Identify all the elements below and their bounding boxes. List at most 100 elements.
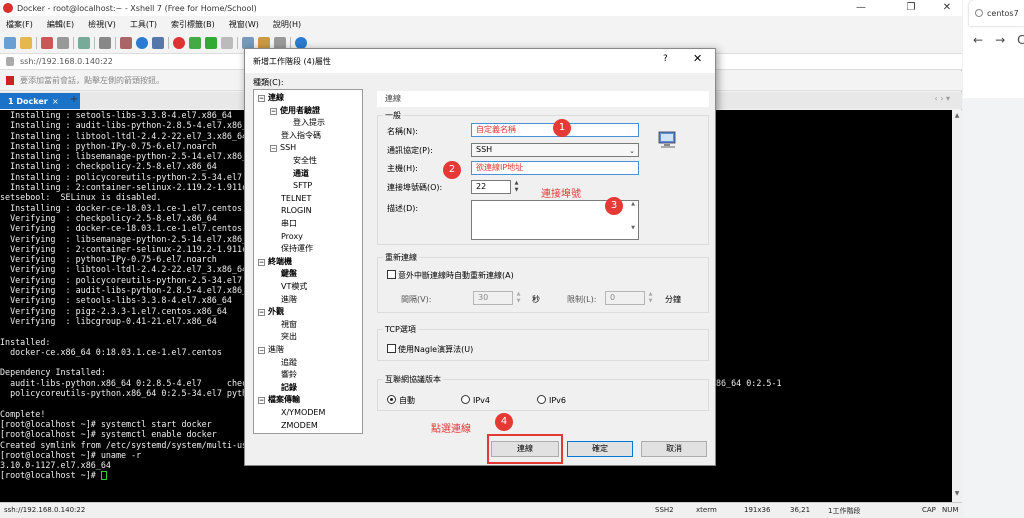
auto-reconnect-checkbox[interactable]: 意外中斷連線時自動重新連線(A) [387,270,514,281]
nagle-checkbox[interactable]: 使用Nagle演算法(U) [387,344,473,355]
menu-edit[interactable]: 編輯(E) [47,19,74,30]
layout-icon[interactable] [274,36,286,49]
limit-field[interactable]: 0 [605,291,645,305]
radio-selected-icon[interactable] [387,395,396,404]
collapse-icon[interactable]: − [270,107,277,115]
tree-item[interactable]: 安全性 [282,155,317,166]
collapse-icon[interactable]: − [258,95,265,102]
lock-icon[interactable] [221,36,233,49]
dialog-close-button[interactable]: ✕ [693,52,702,65]
tree-item[interactable]: 突出 [270,331,297,342]
tree-item[interactable]: 視窗 [270,319,297,330]
tree-item[interactable]: SFTP [282,180,312,191]
collapse-icon[interactable]: − [258,347,265,354]
tree-item[interactable]: 記錄 [270,382,297,393]
tree-item[interactable]: 通道 [282,168,309,179]
tree-item[interactable]: − 使用者驗證 [270,105,320,116]
connect-icon[interactable] [41,36,53,49]
port-field[interactable]: 22 [471,180,511,194]
menu-window[interactable]: 視窗(W) [229,19,259,30]
tree-item[interactable]: 響鈴 [270,369,297,380]
textarea-scrollbar[interactable]: ▲ ▼ [629,201,637,239]
collapse-icon[interactable]: − [270,145,277,153]
tab-close-icon[interactable]: × [52,97,59,106]
connect-button[interactable]: 連線 [491,441,559,457]
fullscreen-icon[interactable] [205,36,217,49]
tree-item[interactable]: 進階 [270,294,297,305]
menu-tabs[interactable]: 索引標籤(B) [171,19,215,30]
tree-item[interactable]: − 外觀 [258,306,284,317]
disconnect-icon[interactable] [57,36,69,49]
tree-item[interactable]: − 連線 [258,92,284,103]
tree-item[interactable]: 保持運作 [270,243,313,254]
tree-item[interactable]: − 終端機 [258,256,292,267]
back-icon[interactable]: ← [973,33,983,47]
tree-item-label: 連線 [268,93,284,102]
menu-file[interactable]: 檔案(F) [6,19,33,30]
tree-item[interactable]: − SSH [270,142,296,153]
host-field[interactable]: 欲連線IP地址 [471,161,639,175]
collapse-icon[interactable]: − [258,309,265,317]
scroll-up-icon[interactable]: ▲ [952,112,962,122]
tree-item[interactable]: TELNET [270,193,311,204]
xftp-icon[interactable] [173,36,185,49]
tree-item[interactable]: 串口 [270,218,297,229]
tree-item[interactable]: Proxy [270,231,303,242]
ipv4-radio[interactable]: IPv4 [461,395,490,405]
tree-item[interactable]: RLOGIN [270,205,312,216]
reload-icon[interactable]: C [1017,33,1024,47]
ok-button[interactable]: 確定 [567,441,633,457]
properties-icon[interactable] [78,36,90,49]
interval-spinner[interactable]: ▲ ▼ [514,291,523,305]
ip-auto-radio[interactable]: 自動 [387,395,415,406]
tree-item[interactable]: X/YMODEM [270,407,325,418]
ipv6-radio[interactable]: IPv6 [537,395,566,405]
close-window-button[interactable]: ✕ [932,0,962,16]
cancel-button[interactable]: 取消 [641,441,707,457]
bookmark-icon[interactable] [6,76,14,85]
collapse-icon[interactable]: − [258,258,265,266]
xshell-green-icon[interactable] [189,36,201,49]
help-icon[interactable] [295,36,307,49]
minimize-button[interactable]: — [846,0,876,16]
open-folder-icon[interactable] [20,36,32,49]
keyboard-icon[interactable] [242,36,254,49]
tree-item[interactable]: − 檔案傳輸 [258,394,300,405]
address-text[interactable]: ssh://192.168.0.140:22 [20,57,113,66]
radio-icon[interactable] [537,395,546,404]
compose-icon[interactable] [258,36,270,49]
interval-field[interactable]: 30 [473,291,513,305]
tree-item[interactable]: 登入指令碼 [270,130,321,141]
menu-tools[interactable]: 工具(T) [130,19,157,30]
forward-icon[interactable]: → [995,33,1005,47]
menu-help[interactable]: 說明(H) [273,19,301,30]
tree-item[interactable]: 追蹤 [270,357,297,368]
tab-navigation[interactable]: ‹ › ▾ [935,94,951,103]
menu-view[interactable]: 檢視(V) [88,19,116,30]
collapse-icon[interactable]: − [258,397,265,405]
globe-icon[interactable] [136,36,148,49]
checkbox-icon[interactable] [387,344,396,353]
tree-item[interactable]: ZMODEM [270,420,318,431]
tree-item[interactable]: − 進階 [258,344,284,355]
category-tree[interactable]: − 連線 − 使用者驗證 登入提示 登入指令碼 − SSH 安全性 通道 SFTP TELNET RLO… [253,89,363,434]
radio-icon[interactable] [461,395,470,404]
browser-tab[interactable]: centos7 [969,0,1024,26]
font-icon[interactable] [152,36,164,49]
name-label: 名稱(N): [387,127,418,136]
new-tab-button[interactable]: + [68,94,80,108]
scroll-down-icon[interactable]: ▼ [952,490,962,500]
protocol-select[interactable]: SSH ⌄ [471,143,639,157]
new-session-icon[interactable] [4,36,16,49]
port-spinner[interactable]: ▲ ▼ [512,180,521,194]
tree-item[interactable]: VT模式 [270,281,307,292]
help-button[interactable]: ? [663,54,668,64]
tree-item[interactable]: 鍵盤 [270,268,297,279]
maximize-button[interactable]: ❐ [896,0,926,16]
terminal-scrollbar[interactable]: ▲ ▼ [952,110,962,502]
print-icon[interactable] [120,36,132,49]
tree-item[interactable]: 登入提示 [282,117,325,128]
checkbox-icon[interactable] [387,270,396,279]
limit-spinner[interactable]: ▲ ▼ [646,291,655,305]
search-icon[interactable] [99,36,111,49]
